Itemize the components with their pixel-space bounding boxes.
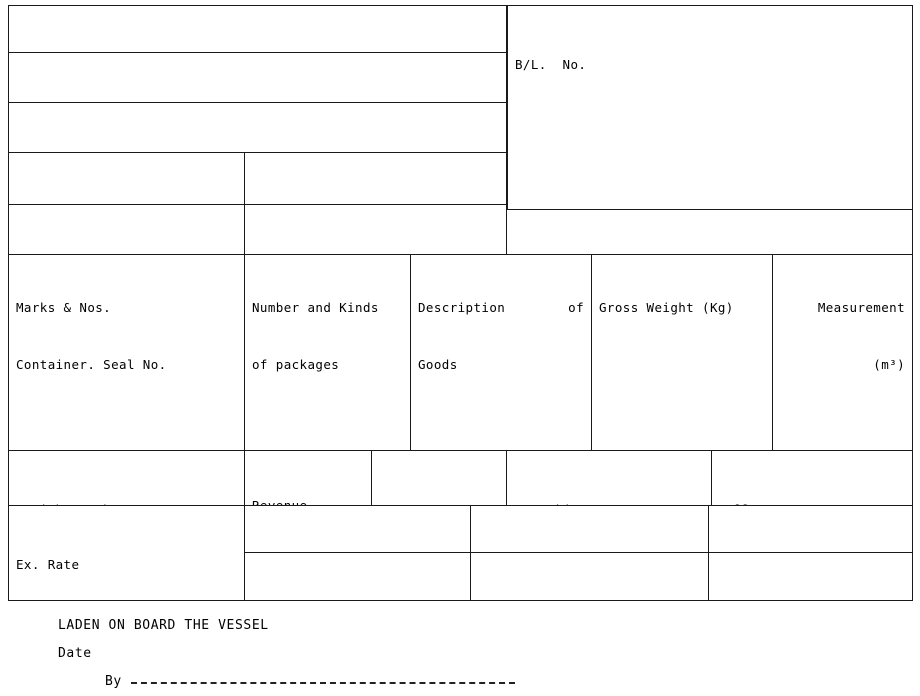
field-packages-line1: Number and Kinds	[252, 300, 379, 315]
field-bl-no-label: B/L. No.	[515, 57, 587, 72]
field-place-and-date-of-issue[interactable]: Place and date of issue	[709, 506, 913, 553]
field-freight-and-charges[interactable]: Freight & Charges	[8, 451, 245, 506]
field-total-prepaid[interactable]: Total Prepaid	[245, 553, 471, 601]
field-prepaid-at[interactable]: Prepaid at	[245, 506, 471, 553]
bill-of-lading-document: Shipper B/L. No. Consignee Notify Addres…	[0, 0, 920, 690]
field-port-of-discharge[interactable]: Port of Discharge	[8, 205, 245, 255]
field-number-and-kinds-of-packages[interactable]: Number and Kinds of packages	[245, 255, 411, 451]
laden-by-label[interactable]: By	[105, 668, 122, 696]
field-gross-weight-label: Gross Weight (Kg)	[599, 300, 734, 315]
field-place-of-receipt[interactable]: Place of Receipt	[245, 153, 507, 205]
field-payable-at[interactable]: Payable at	[471, 506, 709, 553]
field-marks-and-numbers-line1: Marks & Nos.	[16, 300, 112, 315]
field-revenue-tons-line1: Revenue	[252, 498, 308, 506]
field-collect[interactable]: Collect	[712, 451, 913, 506]
field-marks-and-numbers[interactable]: Marks & Nos. Container. Seal No.	[8, 255, 245, 451]
field-bl-no[interactable]: B/L. No.	[507, 5, 913, 210]
field-revenue-tons[interactable]: Revenue Tons	[245, 451, 372, 506]
field-marks-and-numbers-line2: Container. Seal No.	[16, 357, 167, 372]
signature-rule	[131, 682, 515, 684]
field-measurement-line2: (m³)	[873, 357, 905, 372]
field-no-of-original-bl[interactable]: No. of Original B.(s)/L	[471, 553, 709, 601]
field-measurement-line1: Measurement	[817, 300, 905, 315]
field-prepaid-label: Prepaid	[514, 499, 704, 505]
field-measurement[interactable]: Measurement (m³)	[773, 255, 913, 451]
field-shipper[interactable]: Shipper	[8, 5, 507, 53]
field-rate-per-label: Rate Per	[379, 499, 499, 505]
field-place-of-delivery[interactable]: Place of Delivery	[245, 205, 507, 255]
form-grid: Shipper B/L. No. Consignee Notify Addres…	[8, 5, 913, 601]
field-gross-weight[interactable]: Gross Weight (Kg)	[592, 255, 773, 451]
field-consignee[interactable]: Consignee	[8, 53, 507, 103]
field-stamp-and-signature[interactable]: Stamp & Signature	[709, 553, 913, 601]
field-prepaid[interactable]: Prepaid	[507, 451, 712, 506]
field-description-line1: Description of	[418, 300, 584, 315]
field-rate-per[interactable]: Rate Per	[372, 451, 507, 506]
field-description-line2: Goods	[418, 357, 458, 372]
field-collect-label: Collect	[719, 499, 905, 505]
field-notify-address[interactable]: Notify Address	[8, 103, 507, 153]
field-freight-and-charges-label: Freight & Charges	[16, 499, 237, 505]
laden-date-label[interactable]: Date	[58, 640, 92, 668]
field-ex-rate-label: Ex. Rate	[16, 557, 80, 572]
field-final-destination[interactable]: Final Destination for the Merchant’s Ref…	[507, 210, 913, 255]
field-packages-line2: of packages	[252, 357, 340, 372]
field-description-of-goods[interactable]: Description of Goods	[411, 255, 592, 451]
field-ex-rate[interactable]: Ex. Rate	[8, 506, 245, 601]
field-pre-carriage-by[interactable]: Pre-carriage by	[8, 153, 245, 205]
laden-on-board-text: LADEN ON BOARD THE VESSEL	[58, 618, 269, 633]
